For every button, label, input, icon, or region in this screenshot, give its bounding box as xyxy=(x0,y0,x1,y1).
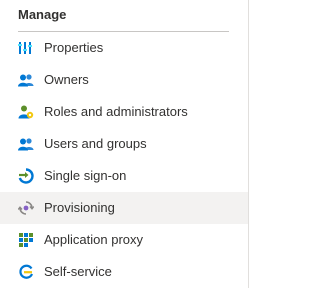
manage-menu: Properties Owners Roles and administrato… xyxy=(0,32,248,288)
menu-item-label: Users and groups xyxy=(44,136,147,151)
menu-item-application-proxy[interactable]: Application proxy xyxy=(0,224,248,256)
menu-item-users-and-groups[interactable]: Users and groups xyxy=(0,128,248,160)
application-proxy-icon xyxy=(19,233,33,247)
menu-item-roles-and-administrators[interactable]: Roles and administrators xyxy=(0,96,248,128)
single-sign-on-icon xyxy=(18,168,34,184)
menu-item-owners[interactable]: Owners xyxy=(0,64,248,96)
menu-item-label: Provisioning xyxy=(44,200,115,215)
menu-item-label: Self-service xyxy=(44,264,112,279)
menu-item-label: Properties xyxy=(44,40,104,55)
section-header: Manage xyxy=(18,7,67,22)
provisioning-icon xyxy=(18,201,34,215)
menu-item-label: Single sign-on xyxy=(44,168,127,183)
menu-item-provisioning[interactable]: Provisioning xyxy=(0,192,248,224)
menu-item-properties[interactable]: Properties xyxy=(0,32,248,64)
scrollbar[interactable] xyxy=(248,0,249,288)
menu-item-label: Roles and administrators xyxy=(44,104,188,119)
menu-item-label: Application proxy xyxy=(44,232,143,247)
properties-icon xyxy=(18,42,32,54)
self-service-icon xyxy=(19,264,34,279)
owners-icon xyxy=(18,74,34,87)
roles-icon xyxy=(18,105,34,119)
users-groups-icon xyxy=(18,138,34,151)
menu-item-label: Owners xyxy=(44,72,89,87)
manage-panel: Manage Properties Owners Roles and admin… xyxy=(0,0,277,288)
menu-item-self-service[interactable]: Self-service xyxy=(0,256,248,288)
menu-item-single-sign-on[interactable]: Single sign-on xyxy=(0,160,248,192)
